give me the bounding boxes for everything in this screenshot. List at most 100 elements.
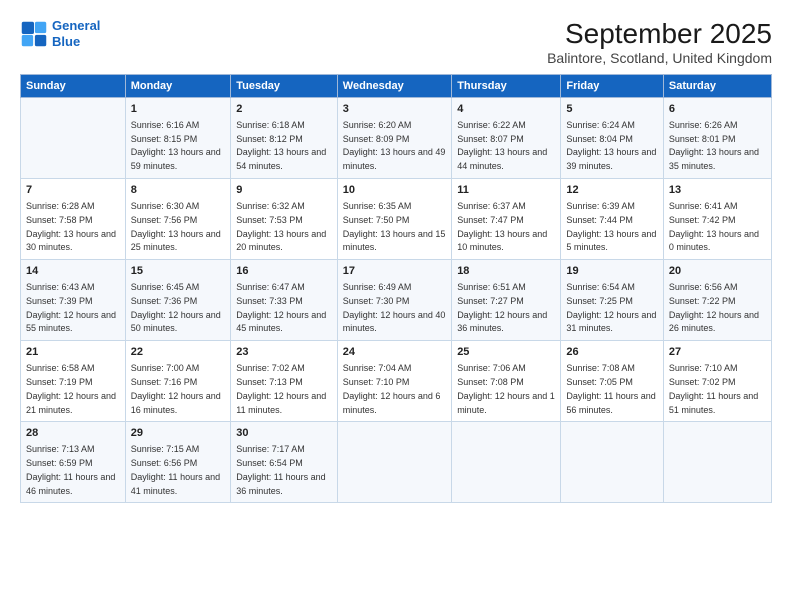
calendar-cell: 3 Sunrise: 6:20 AMSunset: 8:09 PMDaylight…	[337, 98, 451, 179]
day-number: 23	[236, 345, 332, 360]
title-block: September 2025 Balintore, Scotland, Unit…	[547, 18, 772, 66]
calendar-cell: 25 Sunrise: 7:06 AMSunset: 7:08 PMDayligh…	[452, 341, 561, 422]
cell-details: Sunrise: 7:10 AMSunset: 7:02 PMDaylight:…	[669, 363, 758, 414]
calendar-cell: 28Sunrise: 7:13 AMSunset: 6:59 PMDayligh…	[21, 422, 126, 503]
main-title: September 2025	[547, 18, 772, 50]
week-row-3: 21Sunrise: 6:58 AMSunset: 7:19 PMDayligh…	[21, 341, 772, 422]
cell-details: Sunrise: 6:26 AMSunset: 8:01 PMDaylight:…	[669, 120, 759, 171]
calendar-table: Sunday Monday Tuesday Wednesday Thursday…	[20, 74, 772, 503]
cell-details: Sunrise: 6:41 AMSunset: 7:42 PMDaylight:…	[669, 201, 759, 252]
col-friday: Friday	[561, 75, 664, 98]
cell-details: Sunrise: 6:24 AMSunset: 8:04 PMDaylight:…	[566, 120, 656, 171]
day-number: 15	[131, 264, 226, 279]
cell-details: Sunrise: 6:49 AMSunset: 7:30 PMDaylight:…	[343, 282, 446, 333]
calendar-cell: 23 Sunrise: 7:02 AMSunset: 7:13 PMDayligh…	[231, 341, 338, 422]
calendar-cell: 30 Sunrise: 7:17 AMSunset: 6:54 PMDayligh…	[231, 422, 338, 503]
calendar-cell	[21, 98, 126, 179]
cell-details: Sunrise: 6:54 AMSunset: 7:25 PMDaylight:…	[566, 282, 656, 333]
day-number: 10	[343, 183, 446, 198]
day-number: 11	[457, 183, 555, 198]
cell-details: Sunrise: 7:06 AMSunset: 7:08 PMDaylight:…	[457, 363, 555, 414]
col-monday: Monday	[125, 75, 231, 98]
calendar-cell: 29 Sunrise: 7:15 AMSunset: 6:56 PMDayligh…	[125, 422, 231, 503]
header-row: Sunday Monday Tuesday Wednesday Thursday…	[21, 75, 772, 98]
calendar-cell	[452, 422, 561, 503]
calendar-cell: 19 Sunrise: 6:54 AMSunset: 7:25 PMDayligh…	[561, 260, 664, 341]
col-wednesday: Wednesday	[337, 75, 451, 98]
day-number: 25	[457, 345, 555, 360]
calendar-cell: 16Sunrise: 6:47 AMSunset: 7:33 PMDayligh…	[231, 260, 338, 341]
calendar-cell: 15Sunrise: 6:45 AMSunset: 7:36 PMDayligh…	[125, 260, 231, 341]
day-number: 22	[131, 345, 226, 360]
logo-text: General Blue	[52, 18, 100, 49]
cell-details: Sunrise: 6:22 AMSunset: 8:07 PMDaylight:…	[457, 120, 547, 171]
cell-details: Sunrise: 7:00 AMSunset: 7:16 PMDaylight:…	[131, 363, 221, 414]
logo-line1: General	[52, 18, 100, 33]
calendar-cell: 24Sunrise: 7:04 AMSunset: 7:10 PMDayligh…	[337, 341, 451, 422]
cell-details: Sunrise: 6:20 AMSunset: 8:09 PMDaylight:…	[343, 120, 446, 171]
subtitle: Balintore, Scotland, United Kingdom	[547, 50, 772, 66]
cell-details: Sunrise: 7:08 AMSunset: 7:05 PMDaylight:…	[566, 363, 655, 414]
header: General Blue September 2025 Balintore, S…	[20, 18, 772, 66]
cell-details: Sunrise: 6:39 AMSunset: 7:44 PMDaylight:…	[566, 201, 656, 252]
cell-details: Sunrise: 6:58 AMSunset: 7:19 PMDaylight:…	[26, 363, 116, 414]
calendar-cell: 12 Sunrise: 6:39 AMSunset: 7:44 PMDayligh…	[561, 179, 664, 260]
calendar-cell: 26 Sunrise: 7:08 AMSunset: 7:05 PMDayligh…	[561, 341, 664, 422]
calendar-cell: 4 Sunrise: 6:22 AMSunset: 8:07 PMDaylight…	[452, 98, 561, 179]
calendar-cell	[663, 422, 771, 503]
cell-details: Sunrise: 6:51 AMSunset: 7:27 PMDaylight:…	[457, 282, 547, 333]
calendar-cell: 21Sunrise: 6:58 AMSunset: 7:19 PMDayligh…	[21, 341, 126, 422]
logo-line2: Blue	[52, 34, 80, 49]
cell-details: Sunrise: 6:43 AMSunset: 7:39 PMDaylight:…	[26, 282, 116, 333]
day-number: 1	[131, 102, 226, 117]
day-number: 29	[131, 426, 226, 441]
day-number: 6	[669, 102, 766, 117]
calendar-cell: 8Sunrise: 6:30 AMSunset: 7:56 PMDaylight…	[125, 179, 231, 260]
cell-details: Sunrise: 6:30 AMSunset: 7:56 PMDaylight:…	[131, 201, 221, 252]
week-row-4: 28Sunrise: 7:13 AMSunset: 6:59 PMDayligh…	[21, 422, 772, 503]
cell-details: Sunrise: 6:16 AMSunset: 8:15 PMDaylight:…	[131, 120, 221, 171]
calendar-cell: 9Sunrise: 6:32 AMSunset: 7:53 PMDaylight…	[231, 179, 338, 260]
calendar-cell: 6 Sunrise: 6:26 AMSunset: 8:01 PMDaylight…	[663, 98, 771, 179]
week-row-0: 1 Sunrise: 6:16 AMSunset: 8:15 PMDaylight…	[21, 98, 772, 179]
calendar-cell: 7 Sunrise: 6:28 AMSunset: 7:58 PMDaylight…	[21, 179, 126, 260]
calendar-cell: 14 Sunrise: 6:43 AMSunset: 7:39 PMDayligh…	[21, 260, 126, 341]
col-saturday: Saturday	[663, 75, 771, 98]
day-number: 12	[566, 183, 658, 198]
cell-details: Sunrise: 7:13 AMSunset: 6:59 PMDaylight:…	[26, 444, 115, 495]
cell-details: Sunrise: 7:02 AMSunset: 7:13 PMDaylight:…	[236, 363, 326, 414]
calendar-cell: 20 Sunrise: 6:56 AMSunset: 7:22 PMDayligh…	[663, 260, 771, 341]
calendar-cell: 5 Sunrise: 6:24 AMSunset: 8:04 PMDaylight…	[561, 98, 664, 179]
day-number: 5	[566, 102, 658, 117]
day-number: 24	[343, 345, 446, 360]
calendar-cell: 27 Sunrise: 7:10 AMSunset: 7:02 PMDayligh…	[663, 341, 771, 422]
day-number: 14	[26, 264, 120, 279]
calendar-cell	[561, 422, 664, 503]
day-number: 26	[566, 345, 658, 360]
cell-details: Sunrise: 6:37 AMSunset: 7:47 PMDaylight:…	[457, 201, 547, 252]
calendar-cell: 13 Sunrise: 6:41 AMSunset: 7:42 PMDayligh…	[663, 179, 771, 260]
day-number: 27	[669, 345, 766, 360]
cell-details: Sunrise: 6:56 AMSunset: 7:22 PMDaylight:…	[669, 282, 759, 333]
logo: General Blue	[20, 18, 100, 49]
day-number: 17	[343, 264, 446, 279]
calendar-cell	[337, 422, 451, 503]
cell-details: Sunrise: 6:47 AMSunset: 7:33 PMDaylight:…	[236, 282, 326, 333]
day-number: 3	[343, 102, 446, 117]
calendar-cell: 11 Sunrise: 6:37 AMSunset: 7:47 PMDayligh…	[452, 179, 561, 260]
logo-icon	[20, 20, 48, 48]
col-thursday: Thursday	[452, 75, 561, 98]
col-tuesday: Tuesday	[231, 75, 338, 98]
day-number: 2	[236, 102, 332, 117]
day-number: 7	[26, 183, 120, 198]
day-number: 30	[236, 426, 332, 441]
cell-details: Sunrise: 6:28 AMSunset: 7:58 PMDaylight:…	[26, 201, 116, 252]
day-number: 13	[669, 183, 766, 198]
day-number: 19	[566, 264, 658, 279]
day-number: 20	[669, 264, 766, 279]
cell-details: Sunrise: 7:17 AMSunset: 6:54 PMDaylight:…	[236, 444, 325, 495]
calendar-cell: 10Sunrise: 6:35 AMSunset: 7:50 PMDayligh…	[337, 179, 451, 260]
cell-details: Sunrise: 7:15 AMSunset: 6:56 PMDaylight:…	[131, 444, 220, 495]
day-number: 4	[457, 102, 555, 117]
week-row-1: 7 Sunrise: 6:28 AMSunset: 7:58 PMDaylight…	[21, 179, 772, 260]
